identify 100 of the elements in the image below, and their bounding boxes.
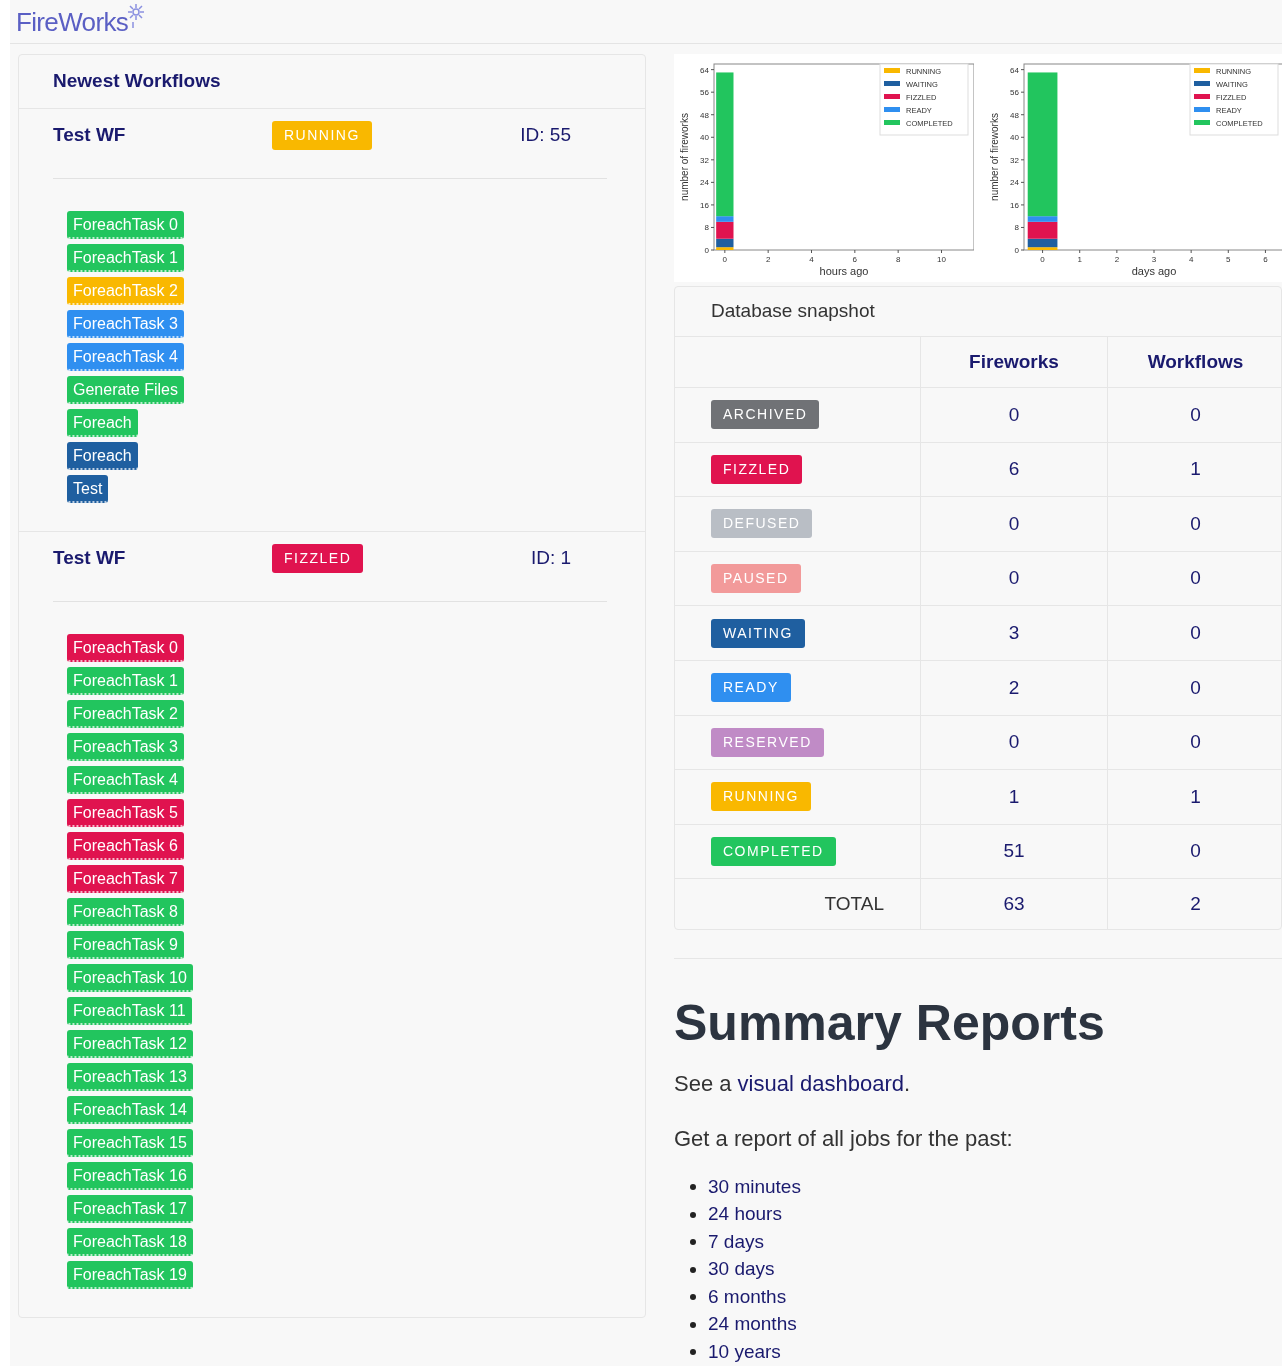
y-tick-label: 8 — [1014, 223, 1020, 233]
task-badge[interactable]: ForeachTask 18 — [67, 1227, 193, 1256]
table-cell-text: 0 — [1008, 402, 1020, 427]
y-axis-label: number of fireworks — [679, 113, 690, 201]
report-link[interactable]: 24 hours — [708, 1200, 782, 1229]
task-badge[interactable]: ForeachTask 8 — [67, 897, 184, 926]
body-text: See a — [674, 1071, 733, 1097]
task-badge[interactable]: ForeachTask 0 — [67, 210, 184, 239]
table-cell-text: 1 — [1008, 784, 1020, 809]
task-badge[interactable]: ForeachTask 19 — [67, 1260, 193, 1289]
x-tick-label: 6 — [852, 255, 858, 264]
y-tick-label: 8 — [704, 223, 710, 233]
logo[interactable]: FireWorks — [16, 1, 149, 42]
table-cell-text: 0 — [1008, 511, 1020, 536]
task-badge[interactable]: ForeachTask 17 — [67, 1194, 193, 1223]
status-badge: ARCHIVED — [711, 400, 820, 430]
task-badge[interactable]: ForeachTask 1 — [67, 243, 184, 272]
workflow-id: ID: 55 — [520, 122, 571, 147]
x-tick-label: 1 — [1077, 255, 1083, 264]
bullet-icon — [690, 1184, 696, 1191]
report-link[interactable]: 30 minutes — [708, 1172, 801, 1202]
column-header: Workflows — [1147, 349, 1244, 374]
y-tick: 64 — [1010, 65, 1025, 75]
task-badge[interactable]: ForeachTask 14 — [67, 1095, 193, 1124]
y-tick-label: 40 — [700, 133, 710, 143]
x-axis-label: hours ago — [819, 265, 869, 277]
task-badge[interactable]: ForeachTask 0 — [67, 633, 184, 662]
status-badge: FIZZLED — [711, 454, 803, 484]
task-badge[interactable]: ForeachTask 3 — [67, 732, 184, 761]
report-link[interactable]: 24 months — [708, 1310, 797, 1339]
task-badge[interactable]: ForeachTask 10 — [67, 963, 193, 992]
task-badge[interactable]: ForeachTask 1 — [67, 666, 184, 695]
bullet-icon — [690, 1349, 696, 1356]
task-badge[interactable]: Test — [67, 474, 109, 503]
status-badge: RUNNING — [711, 782, 811, 812]
y-tick-label: 40 — [1010, 133, 1020, 143]
task-badge[interactable]: ForeachTask 7 — [67, 864, 184, 893]
y-tick-label: 32 — [1010, 155, 1020, 165]
task-badge[interactable]: ForeachTask 6 — [67, 831, 184, 860]
task-badge[interactable]: Foreach — [67, 408, 138, 437]
task-badge[interactable]: ForeachTask 15 — [67, 1128, 193, 1157]
task-badge[interactable]: ForeachTask 11 — [67, 996, 192, 1025]
x-axis-label: days ago — [1131, 265, 1177, 277]
status-badge: RUNNING — [272, 120, 372, 150]
report-link[interactable]: 6 months — [708, 1282, 787, 1312]
y-tick: 0 — [1014, 246, 1025, 255]
x-tick: 2 — [765, 249, 771, 264]
task-badge[interactable]: Foreach — [67, 441, 138, 470]
x-tick-label: 0 — [1040, 255, 1046, 264]
body-text: . — [903, 1071, 911, 1097]
y-tick-label: 64 — [700, 65, 710, 75]
y-tick: 40 — [700, 133, 715, 143]
task-badge[interactable]: Generate Files — [67, 375, 184, 404]
table-title: Database snapshot — [711, 299, 875, 324]
y-tick-label: 16 — [700, 200, 710, 210]
y-tick: 16 — [700, 200, 715, 210]
report-link[interactable]: 30 days — [708, 1255, 775, 1284]
x-tick: 4 — [1188, 249, 1194, 264]
task-badge[interactable]: ForeachTask 9 — [67, 930, 184, 959]
table-cell-text: 1 — [1190, 784, 1201, 809]
y-tick-label: 48 — [1010, 110, 1020, 120]
task-badge[interactable]: ForeachTask 4 — [67, 765, 184, 794]
task-badge[interactable]: ForeachTask 2 — [67, 276, 184, 305]
x-tick: 6 — [852, 249, 858, 264]
y-tick: 24 — [1010, 178, 1025, 188]
report-link[interactable]: 10 years — [708, 1337, 781, 1366]
workflow-link[interactable]: Test WF — [53, 543, 272, 573]
x-tick: 0 — [1040, 249, 1045, 264]
bullet-icon — [690, 1239, 696, 1246]
task-badge[interactable]: ForeachTask 5 — [67, 798, 184, 827]
task-badge[interactable]: ForeachTask 4 — [67, 342, 184, 371]
status-badge: READY — [711, 673, 791, 703]
bullet-icon — [690, 1294, 696, 1301]
x-tick-label: 3 — [1151, 255, 1157, 264]
y-tick-label: 56 — [700, 88, 710, 98]
table-cell-text: 0 — [1190, 730, 1201, 755]
report-link[interactable]: 7 days — [708, 1227, 764, 1257]
x-tick: 1 — [1077, 249, 1082, 264]
table-cell-text: 2 — [1190, 892, 1201, 917]
table-cell-text: 1 — [1190, 457, 1201, 482]
y-tick: 48 — [1010, 110, 1025, 120]
y-tick: 32 — [700, 155, 715, 165]
task-badge[interactable]: ForeachTask 16 — [67, 1161, 193, 1190]
column-header: Fireworks — [969, 349, 1059, 374]
dashboard-link[interactable]: visual dashboard — [737, 1071, 904, 1097]
task-badge[interactable]: ForeachTask 3 — [67, 309, 184, 338]
task-badge[interactable]: ForeachTask 12 — [67, 1029, 193, 1058]
bullet-icon — [690, 1266, 696, 1273]
workflow-link[interactable]: Test WF — [53, 120, 272, 150]
table-cell-text: 0 — [1190, 839, 1201, 864]
y-tick-label: 16 — [1010, 200, 1020, 210]
x-tick-label: 10 — [937, 255, 947, 264]
table-cell-text: 6 — [1008, 457, 1020, 482]
task-badge[interactable]: ForeachTask 13 — [67, 1062, 193, 1091]
task-badge[interactable]: ForeachTask 2 — [67, 699, 184, 728]
x-tick-label: 8 — [895, 255, 901, 264]
table-cell-text: 0 — [1008, 566, 1020, 591]
x-tick: 8 — [895, 249, 901, 264]
table-cell-text: 0 — [1008, 730, 1020, 755]
y-tick: 8 — [1014, 223, 1025, 233]
